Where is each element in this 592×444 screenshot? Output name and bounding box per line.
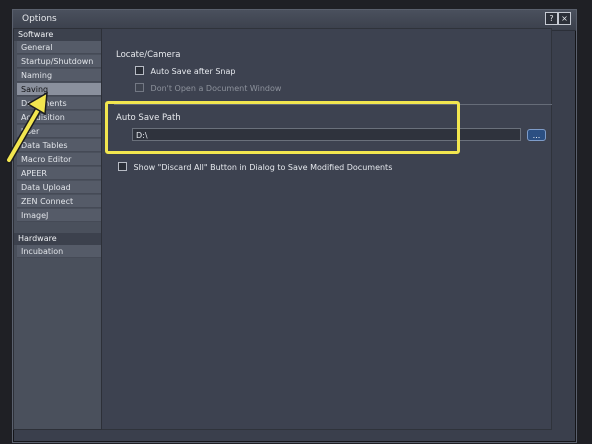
- sidebar-item-apeer[interactable]: APEER: [17, 167, 101, 180]
- sidebar-category-hardware: Hardware: [14, 233, 101, 245]
- close-button[interactable]: ×: [558, 12, 571, 25]
- auto-save-after-snap-label: Auto Save after Snap: [150, 67, 236, 76]
- screenshot-frame: Options ? × Software General Startup/Shu…: [0, 0, 592, 444]
- sidebar-item-acquisition[interactable]: Acquisition: [17, 111, 101, 124]
- window-title: Options: [22, 14, 57, 24]
- sidebar-item-user[interactable]: User: [17, 125, 101, 138]
- discard-all-label: Show "Discard All" Button in Dialog to S…: [133, 163, 393, 172]
- sidebar-item-imagej[interactable]: ImageJ: [17, 209, 101, 222]
- auto-save-after-snap-checkbox[interactable]: [135, 66, 144, 75]
- sidebar-item-naming[interactable]: Naming: [17, 69, 101, 82]
- dont-open-window-label: Don't Open a Document Window: [150, 84, 282, 93]
- sidebar-item-data-tables[interactable]: Data Tables: [17, 139, 101, 152]
- sidebar-item-general[interactable]: General: [17, 41, 101, 54]
- sidebar-item-saving[interactable]: Saving: [17, 83, 101, 96]
- dont-open-window-checkbox: [135, 83, 144, 92]
- locate-camera-title: Locate/Camera: [116, 50, 181, 60]
- sidebar-item-data-upload[interactable]: Data Upload: [17, 181, 101, 194]
- auto-save-after-snap-row[interactable]: Auto Save after Snap: [135, 66, 235, 77]
- auto-save-path-input[interactable]: D:\: [132, 128, 521, 141]
- browse-button[interactable]: ...: [527, 129, 546, 141]
- auto-save-path-title: Auto Save Path: [116, 113, 181, 123]
- dont-open-window-row: Don't Open a Document Window: [135, 83, 281, 94]
- sidebar-item-incubation[interactable]: Incubation: [17, 245, 101, 258]
- sidebar: Software General Startup/Shutdown Naming…: [13, 28, 102, 430]
- sidebar-item-macro-editor[interactable]: Macro Editor: [17, 153, 101, 166]
- sidebar-item-documents[interactable]: Documents: [17, 97, 101, 110]
- help-button[interactable]: ?: [545, 12, 558, 25]
- sidebar-item-startup-shutdown[interactable]: Startup/Shutdown: [17, 55, 101, 68]
- sidebar-category-software: Software: [14, 29, 101, 41]
- sidebar-item-zen-connect[interactable]: ZEN Connect: [17, 195, 101, 208]
- discard-all-checkbox[interactable]: [118, 162, 127, 171]
- discard-all-row[interactable]: Show "Discard All" Button in Dialog to S…: [118, 162, 392, 173]
- section-divider: [114, 104, 552, 105]
